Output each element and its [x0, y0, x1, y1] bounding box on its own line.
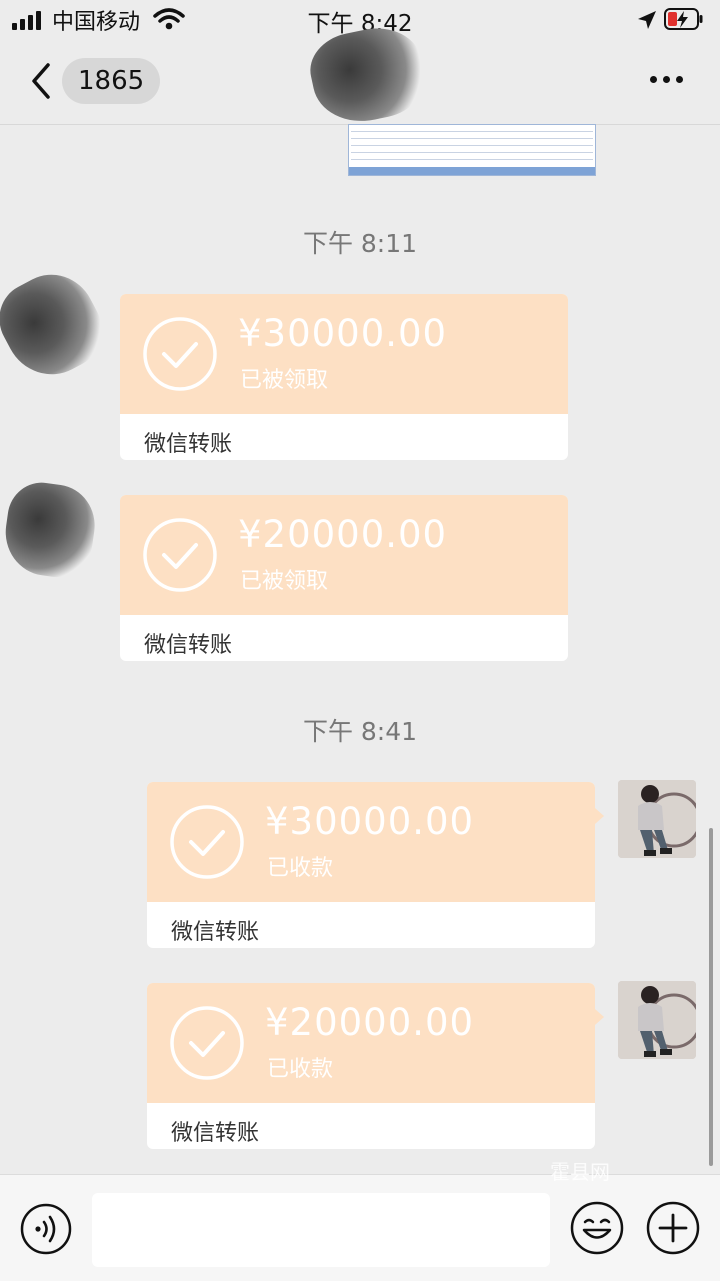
watermark: 霍县网	[550, 1160, 610, 1184]
transfer-amount: ¥20000.00	[238, 513, 448, 556]
avatar[interactable]	[0, 259, 116, 391]
message-input[interactable]	[92, 1193, 550, 1267]
transfer-status: 已收款	[267, 1057, 334, 1082]
emoji-icon[interactable]	[570, 1201, 624, 1255]
transfer-amount: ¥20000.00	[265, 1001, 475, 1044]
plus-icon[interactable]	[646, 1201, 700, 1255]
check-circle-icon	[170, 1006, 244, 1080]
input-bar	[0, 1174, 720, 1281]
transfer-amount: ¥30000.00	[265, 800, 475, 843]
bubble-tail	[595, 808, 604, 824]
transfer-card[interactable]: ¥20000.00 已收款 微信转账	[147, 983, 595, 1149]
back-chevron-icon[interactable]	[28, 62, 56, 100]
transfer-type-label: 微信转账	[171, 920, 260, 945]
avatar[interactable]	[618, 981, 696, 1059]
more-icon[interactable]	[650, 76, 684, 86]
transfer-type-label: 微信转账	[144, 633, 233, 658]
avatar[interactable]	[0, 478, 100, 582]
check-circle-icon	[143, 518, 217, 592]
battery-charging-icon	[664, 8, 703, 30]
bubble-tail	[595, 1009, 604, 1025]
unread-count-badge[interactable]: 1865	[62, 58, 161, 104]
transfer-card[interactable]: ¥30000.00 已被领取 微信转账	[120, 294, 568, 460]
transfer-status: 已被领取	[240, 569, 329, 594]
check-circle-icon	[170, 805, 244, 879]
transfer-status: 已收款	[267, 856, 334, 881]
timestamp: 下午 8:11	[302, 229, 418, 258]
transfer-type-label: 微信转账	[171, 1121, 260, 1146]
transfer-amount: ¥30000.00	[238, 312, 448, 355]
transfer-card[interactable]: ¥20000.00 已被领取 微信转账	[120, 495, 568, 661]
check-circle-icon	[143, 317, 217, 391]
shared-image-preview[interactable]	[348, 124, 596, 176]
transfer-card[interactable]: ¥30000.00 已收款 微信转账	[147, 782, 595, 948]
avatar[interactable]	[618, 780, 696, 858]
transfer-type-label: 微信转账	[144, 432, 233, 457]
voice-icon[interactable]	[20, 1203, 72, 1255]
location-arrow-icon	[638, 11, 656, 29]
transfer-status: 已被领取	[240, 368, 329, 393]
timestamp: 下午 8:41	[302, 717, 418, 746]
scrollbar[interactable]	[709, 828, 713, 1166]
